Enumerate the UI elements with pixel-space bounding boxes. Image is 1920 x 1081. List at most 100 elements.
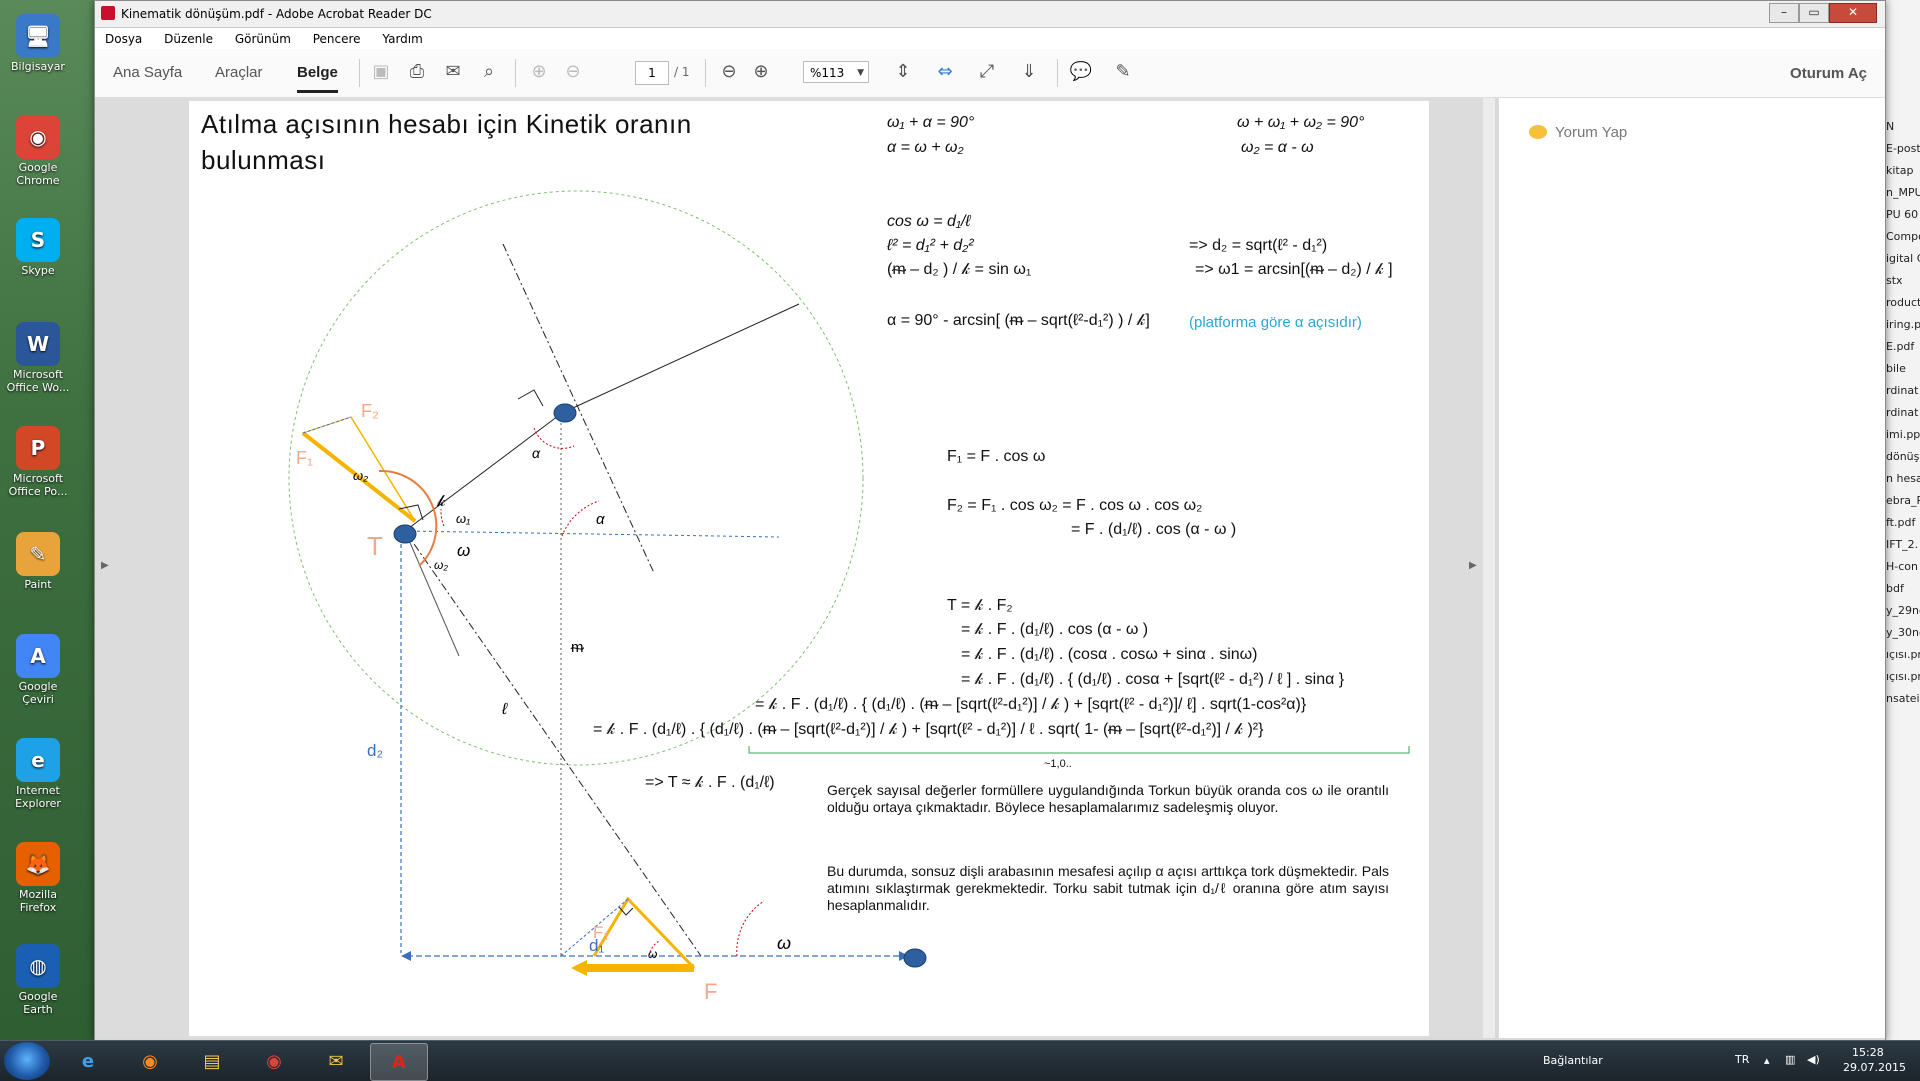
- background-list-item: E.pdf: [1886, 340, 1915, 353]
- desktop-icon[interactable]: e Internet Explorer: [4, 738, 72, 810]
- next-page-icon[interactable]: ⊖: [561, 61, 585, 83]
- eq-t5: = 𝓀 . F . (d₁/ℓ) . { (d₁/ℓ) . (ᵯ – [sqrt…: [755, 696, 1307, 713]
- left-panel-toggle-icon[interactable]: ▶: [101, 560, 109, 571]
- background-window-strip: N E-post kitap n_MPU PU 60 Compo igital C stx ro…: [1884, 0, 1920, 1040]
- vertical-scrollbar[interactable]: [1483, 98, 1495, 1038]
- background-list-item: n hesa: [1886, 472, 1920, 485]
- taskbar-firefox-icon[interactable]: ◉: [122, 1043, 178, 1079]
- zoom-value: %113: [810, 66, 845, 80]
- pen-icon[interactable]: ✎: [1111, 61, 1135, 83]
- desktop-icon-label: Google Earth: [18, 990, 58, 1016]
- desktop-icon[interactable]: ◉ Google Chrome: [4, 115, 72, 187]
- language-indicator[interactable]: TR: [1735, 1053, 1749, 1066]
- tray-chevron-icon[interactable]: ▴: [1764, 1054, 1770, 1067]
- desktop-icon-label: Microsoft Office Po...: [8, 472, 68, 498]
- close-button[interactable]: ✕: [1829, 3, 1877, 23]
- volume-icon[interactable]: ◀): [1807, 1053, 1820, 1066]
- zoom-in-icon[interactable]: ⊕: [749, 61, 773, 83]
- eq-t1: T = 𝓀 . F₂: [947, 597, 1013, 614]
- eq-d: α = 90° - arcsin[ (ᵯ – sqrt(ℓ²-d₁²) ) / …: [887, 312, 1150, 329]
- print-icon[interactable]: ⎙: [405, 61, 429, 83]
- right-panel-toggle-icon[interactable]: ▶: [1469, 560, 1477, 571]
- add-comment-label: Yorum Yap: [1555, 124, 1628, 141]
- network-icon[interactable]: ▥: [1785, 1053, 1795, 1066]
- background-list-item: n_MPU: [1886, 186, 1920, 199]
- taskbar-chrome-icon[interactable]: ◉: [246, 1043, 302, 1079]
- label-omega-left: ω: [457, 541, 471, 560]
- label-omega2-top: ω₂: [353, 468, 369, 483]
- page-total: / 1: [674, 65, 690, 79]
- acrobat-logo-icon: [101, 6, 115, 20]
- taskbar-mail-icon[interactable]: ✉: [308, 1043, 364, 1079]
- background-list-item: imi.pp: [1886, 428, 1920, 441]
- label-torque: T: [367, 531, 383, 561]
- eq-c1: cos ω = d₁/ℓ: [887, 213, 971, 230]
- clock-date[interactable]: 29.07.2015: [1843, 1061, 1906, 1074]
- add-comment-button[interactable]: Yorum Yap: [1529, 124, 1627, 141]
- desktop-icon-label: Mozilla Firefox: [19, 888, 57, 914]
- eq-b1: ω + ω₁ + ω₂ = 90°: [1237, 114, 1365, 131]
- label-f2: F₂: [361, 401, 379, 421]
- start-button[interactable]: [4, 1042, 50, 1080]
- email-icon[interactable]: ✉: [441, 61, 465, 83]
- taskbar-explorer-icon[interactable]: ▤: [184, 1043, 240, 1079]
- desktop-app-icon: 🦊: [16, 842, 60, 886]
- zoom-out-icon[interactable]: ⊖: [717, 61, 741, 83]
- background-list-item: ıçısı.pn: [1886, 648, 1920, 661]
- eq-t2: = 𝓀 . F . (d₁/ℓ) . cos (α - ω ): [961, 621, 1149, 638]
- eq-f1: F₁ = F . cos ω: [947, 448, 1046, 465]
- prev-page-icon[interactable]: ⊕: [527, 61, 551, 83]
- desktop-icon[interactable]: W Microsoft Office Wo...: [4, 322, 72, 394]
- background-list-item: stx: [1886, 274, 1903, 287]
- minimize-button[interactable]: –: [1769, 3, 1799, 23]
- fit-width-icon[interactable]: ⇔: [933, 61, 957, 83]
- zoom-select[interactable]: %113 ▼: [803, 61, 869, 83]
- page-number-input[interactable]: 1: [635, 61, 669, 85]
- desktop-icon[interactable]: S Skype: [4, 218, 72, 277]
- eq-t-result: => T ≈ 𝓀 . F . (d₁/ℓ): [645, 774, 775, 791]
- connections-label[interactable]: Bağlantılar: [1543, 1054, 1603, 1067]
- taskbar-acrobat-icon[interactable]: A: [370, 1043, 428, 1081]
- taskbar-ie-icon[interactable]: e: [60, 1043, 116, 1079]
- desktop-icon[interactable]: 🦊 Mozilla Firefox: [4, 842, 72, 914]
- desktop-icon[interactable]: A Google Çeviri: [4, 634, 72, 706]
- scroll-mode-icon[interactable]: ⇓: [1017, 61, 1041, 83]
- desktop-icon-label: Internet Explorer: [15, 784, 61, 810]
- desktop-app-icon: e: [16, 738, 60, 782]
- tab-home[interactable]: Ana Sayfa: [113, 64, 182, 81]
- tab-tools[interactable]: Araçlar: [215, 64, 263, 81]
- menu-edit[interactable]: Düzenle: [154, 28, 221, 46]
- desktop-icon[interactable]: 🖥 Bilgisayar: [4, 14, 72, 73]
- eq-t6: = 𝓀 . F . (d₁/ℓ) . { (d₁/ℓ) . (ᵯ – [sqrt…: [593, 721, 1264, 738]
- save-icon[interactable]: ▣: [369, 61, 393, 83]
- maximize-button[interactable]: ▭: [1799, 3, 1829, 23]
- background-list-item: y_30no: [1886, 626, 1920, 639]
- menu-help[interactable]: Yardım: [372, 28, 430, 46]
- desktop-icon[interactable]: ◍ Google Earth: [4, 944, 72, 1016]
- label-d2: d₂: [367, 741, 384, 760]
- eq-a1: ω₁ + α = 90°: [887, 114, 975, 131]
- background-list-item: IFT_2.: [1886, 538, 1919, 551]
- fit-page-icon[interactable]: ⇕: [891, 61, 915, 83]
- label-force: F: [704, 979, 718, 1004]
- eq-c2-result: => d₂ = sqrt(ℓ² - d₁²): [1189, 237, 1328, 254]
- menu-window[interactable]: Pencere: [303, 28, 369, 46]
- desktop-icon-label: Google Çeviri: [18, 680, 58, 706]
- background-list-item: H-con: [1886, 560, 1918, 573]
- eq-t3: = 𝓀 . F . (d₁/ℓ) . (cosα . cosω + sinα .…: [961, 646, 1258, 663]
- comment-icon[interactable]: 💬: [1069, 61, 1093, 83]
- eq-c3-result: => ω1 = arcsin[(ᵯ – d₂) / 𝓀 ]: [1195, 261, 1393, 278]
- label-f1-bottom: F₁: [593, 923, 610, 942]
- sign-in-button[interactable]: Oturum Aç: [1790, 65, 1867, 82]
- eq-f2b: = F . (d₁/ℓ) . cos (α - ω ): [1071, 521, 1237, 538]
- background-list-item: nsatei: [1886, 692, 1920, 705]
- menu-file[interactable]: Dosya: [95, 28, 150, 46]
- tab-document[interactable]: Belge: [297, 64, 338, 93]
- fullscreen-icon[interactable]: ⤢: [975, 61, 999, 83]
- clock-time[interactable]: 15:28: [1852, 1046, 1884, 1059]
- search-icon[interactable]: ⌕: [477, 61, 501, 83]
- menu-view[interactable]: Görünüm: [225, 28, 299, 46]
- desktop-icon[interactable]: ✎ Paint: [4, 532, 72, 591]
- comment-bubble-icon: [1529, 125, 1547, 139]
- desktop-icon[interactable]: P Microsoft Office Po...: [4, 426, 72, 498]
